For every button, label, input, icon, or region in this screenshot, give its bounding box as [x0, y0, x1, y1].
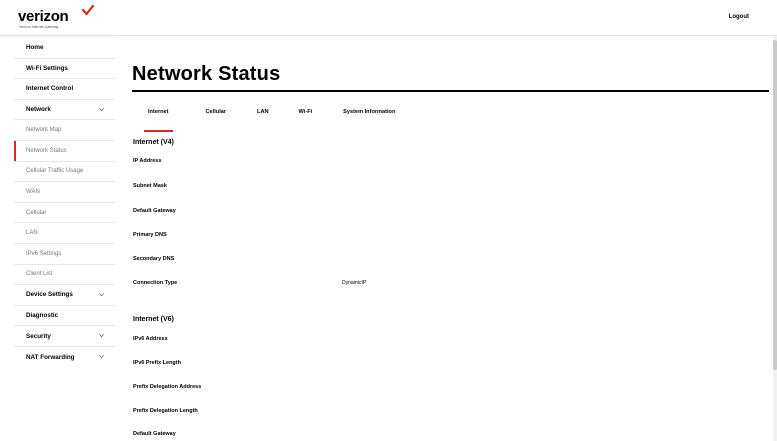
- info-row: Prefix Delegation Address: [133, 384, 533, 390]
- connection-type-value: DynamicIP: [342, 280, 367, 286]
- sidebar-item-label: Security: [26, 332, 51, 340]
- logout-button[interactable]: Logout: [729, 14, 749, 20]
- sidebar-item-nat-forwarding[interactable]: NAT Forwarding: [14, 347, 115, 368]
- sidebar-item-network[interactable]: Network: [14, 100, 115, 121]
- row-label: Secondary DNS: [133, 256, 175, 262]
- sidebar-item-lan[interactable]: LAN: [14, 223, 115, 244]
- info-row: IPv6 Prefix Length: [133, 360, 533, 366]
- row-label: Default Gateway: [133, 208, 176, 214]
- sidebar-item-label: Diagnostic: [26, 312, 59, 320]
- sidebar-item-label: Client List: [26, 271, 53, 278]
- page-title: Network Status: [132, 63, 281, 85]
- sidebar-nav: Home Wi-Fi Settings Internet Control Net…: [14, 38, 115, 441]
- sidebar-item-ipv6-settings[interactable]: IPv6 Settings: [14, 244, 115, 265]
- top-header: verizon Verizon Internet Gateway Logout: [0, 0, 777, 36]
- tab-internet[interactable]: Internet: [144, 106, 172, 132]
- sidebar-item-label: Cellular: [26, 209, 47, 216]
- title-divider: [132, 90, 769, 92]
- section-title-internet-v4: Internet (V4): [133, 139, 174, 146]
- sidebar-item-label: NAT Forwarding: [26, 353, 75, 361]
- tab-wifi[interactable]: Wi-Fi: [299, 106, 313, 126]
- status-tabs: Internet Cellular LAN Wi-Fi System Infor…: [132, 106, 395, 132]
- chevron-down-icon: [99, 107, 104, 112]
- info-row: Primary DNS: [133, 232, 533, 238]
- sidebar-item-device-settings[interactable]: Device Settings: [14, 285, 115, 306]
- info-row: IP Address: [133, 158, 533, 164]
- row-label: Connection Type: [133, 280, 178, 286]
- section-title-internet-v6: Internet (V6): [133, 316, 174, 323]
- sidebar-item-label: Home: [26, 44, 44, 52]
- sidebar-item-network-map[interactable]: Network Map: [14, 120, 115, 141]
- tab-lan[interactable]: LAN: [257, 106, 269, 126]
- sidebar-item-diagnostic[interactable]: Diagnostic: [14, 306, 115, 327]
- info-row: IPv6 Address: [133, 336, 533, 342]
- sidebar-item-label: WAN: [26, 188, 40, 195]
- chevron-down-icon: [99, 354, 104, 359]
- chevron-down-icon: [99, 293, 104, 297]
- info-row: Secondary DNS: [133, 256, 533, 262]
- info-row: Subnet Mask: [133, 183, 533, 189]
- sidebar-item-label: Network Status: [26, 147, 67, 154]
- row-label: Primary DNS: [133, 232, 167, 238]
- sidebar-item-cellular-traffic-usage[interactable]: Cellular Traffic Usage: [14, 162, 115, 183]
- sidebar-item-home[interactable]: Home: [14, 38, 115, 59]
- row-label: Default Gateway: [133, 431, 176, 437]
- row-label: Prefix Delegation Address: [133, 384, 202, 390]
- info-row: Default Gateway: [133, 431, 533, 437]
- sidebar-item-label: Device Settings: [26, 291, 73, 299]
- sidebar-item-label: LAN: [26, 230, 38, 237]
- sidebar-item-cellular[interactable]: Cellular: [14, 203, 115, 224]
- info-row: Prefix Delegation Length: [133, 408, 533, 414]
- sidebar-item-label: IPv6 Settings: [26, 250, 62, 257]
- sidebar-item-wan[interactable]: WAN: [14, 182, 115, 203]
- row-label: IPv6 Address: [133, 336, 168, 342]
- row-label: IP Address: [133, 158, 162, 164]
- sidebar-item-label: Internet Control: [26, 85, 74, 93]
- checkmark-icon: [82, 5, 94, 15]
- sidebar-item-label: Network Map: [26, 127, 62, 134]
- info-row: Connection Type DynamicIP: [133, 280, 533, 286]
- brand-wordmark: verizon: [18, 8, 69, 25]
- row-label: IPv6 Prefix Length: [133, 360, 181, 366]
- tab-cellular[interactable]: Cellular: [206, 106, 227, 126]
- sidebar-item-security[interactable]: Security: [14, 326, 115, 347]
- sidebar-item-wifi-settings[interactable]: Wi-Fi Settings: [14, 59, 115, 80]
- row-label: Prefix Delegation Length: [133, 408, 198, 414]
- sidebar-item-client-list[interactable]: Client List: [14, 265, 115, 286]
- sidebar-item-label: Network: [26, 106, 51, 114]
- tab-system-information[interactable]: System Information: [343, 106, 395, 126]
- info-row: Default Gateway: [133, 208, 533, 214]
- sidebar-item-label: Cellular Traffic Usage: [26, 168, 84, 175]
- sidebar-item-network-status[interactable]: Network Status: [14, 140, 115, 162]
- verizon-logo[interactable]: verizon Verizon Internet Gateway: [18, 5, 94, 29]
- page-scrollbar-thumb[interactable]: [773, 40, 777, 370]
- sidebar-item-label: Wi-Fi Settings: [26, 64, 68, 72]
- brand-subtitle: Verizon Internet Gateway: [19, 25, 59, 29]
- sidebar-item-internet-control[interactable]: Internet Control: [14, 79, 115, 100]
- main-content: Network Status Internet Cellular LAN Wi-…: [116, 36, 773, 441]
- chevron-down-icon: [99, 334, 104, 338]
- row-label: Subnet Mask: [133, 183, 167, 189]
